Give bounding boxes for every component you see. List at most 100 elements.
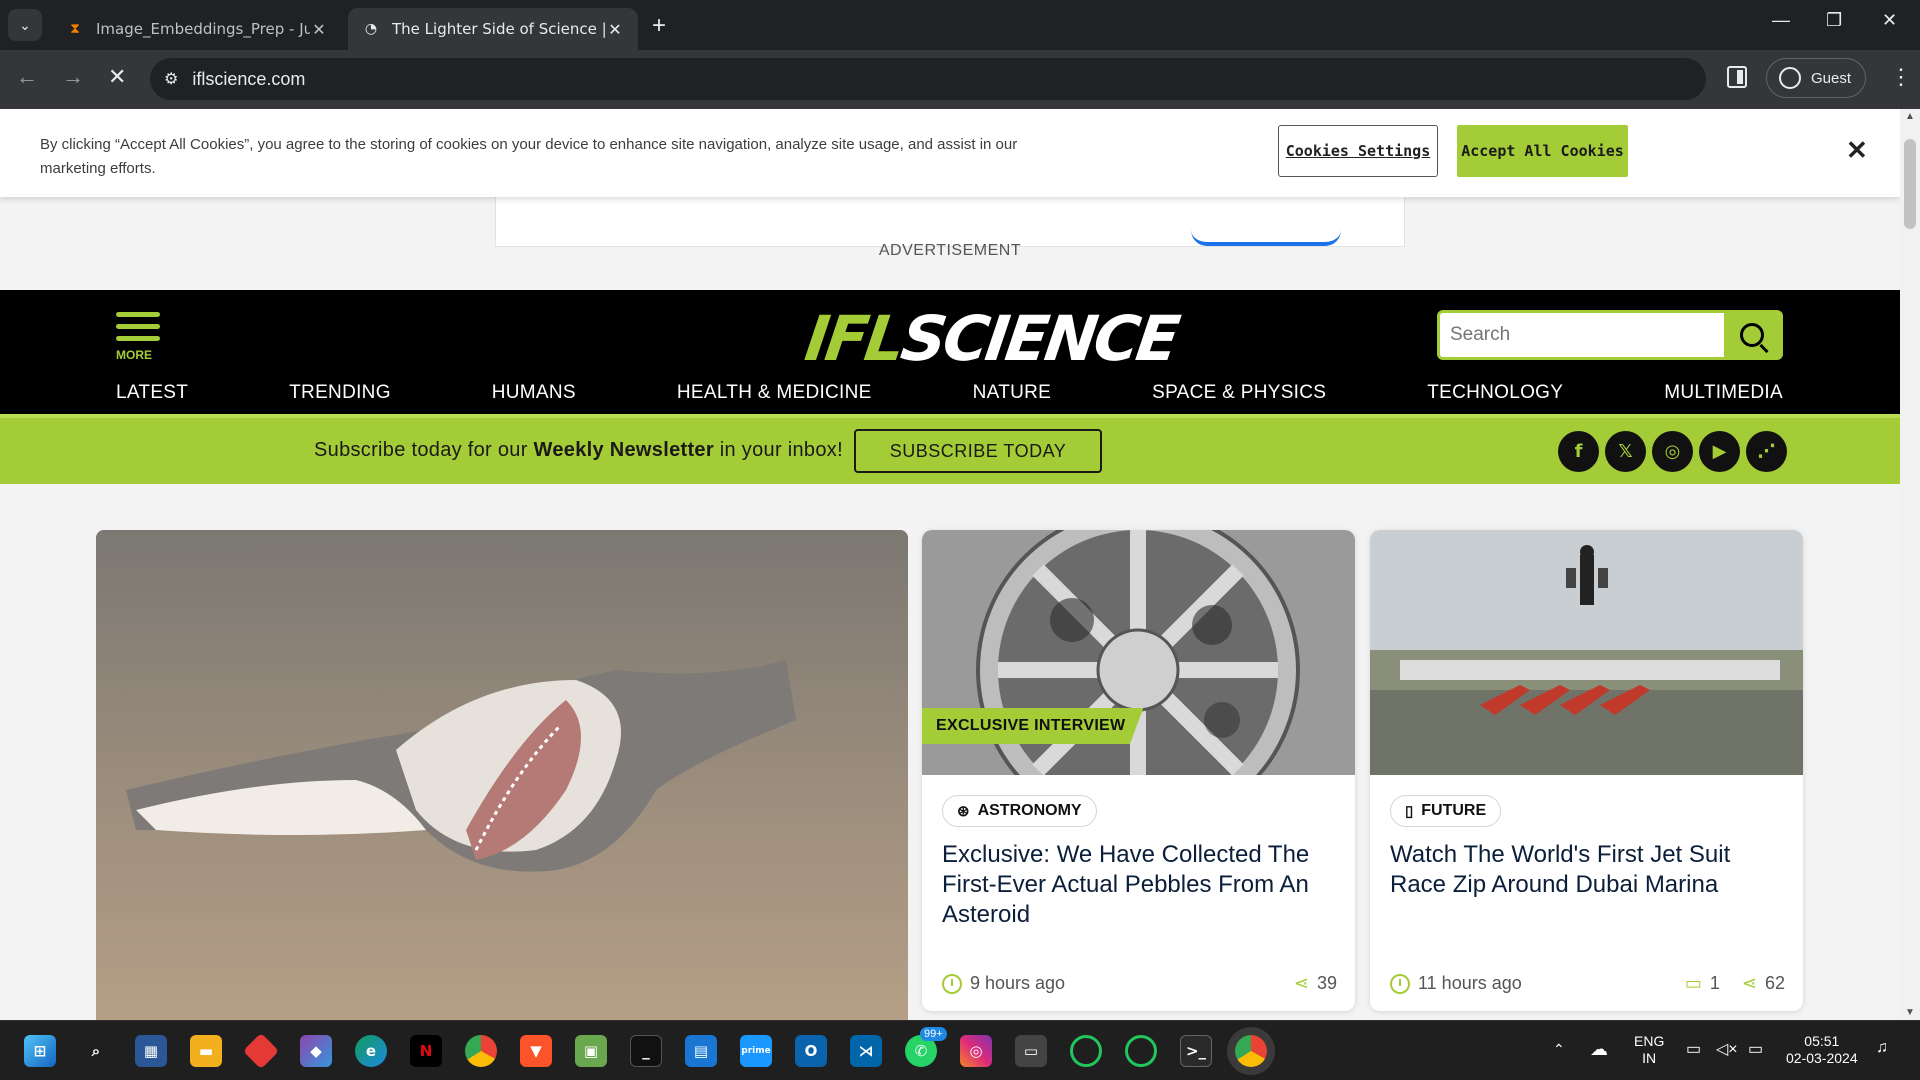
instagram-app-icon[interactable]: ◎ [960, 1035, 992, 1067]
clock-date: 02-03-2024 [1786, 1050, 1858, 1066]
share-count-value[interactable]: 62 [1765, 973, 1785, 994]
category-tag[interactable]: ▯ FUTURE [1390, 795, 1502, 827]
notification-bell-icon[interactable]: ♫ [1876, 1039, 1888, 1057]
share-icon: ⋖ [1293, 973, 1309, 993]
youtube-icon[interactable]: ▶ [1699, 431, 1740, 472]
windows-start-icon[interactable]: ⊞ [24, 1035, 56, 1067]
share-icon[interactable]: ⋖ [1742, 973, 1757, 994]
new-tab-button[interactable]: + [652, 12, 666, 40]
whatsapp-badge: 99+ [920, 1027, 947, 1041]
article-card[interactable]: ▯ FUTURE Watch The World's First Jet Sui… [1370, 530, 1803, 1011]
hamburger-menu-button[interactable]: MORE [116, 312, 160, 362]
clock-icon [942, 973, 962, 994]
battery-icon[interactable]: ▭ [1748, 1039, 1763, 1059]
article-image[interactable] [1370, 530, 1803, 775]
subscribe-today-button[interactable]: SUBSCRIBE TODAY [854, 429, 1102, 473]
search-input[interactable] [1440, 313, 1730, 357]
nav-health-medicine[interactable]: HEALTH & MEDICINE [677, 382, 872, 404]
close-tab-icon[interactable]: ✕ [606, 20, 624, 39]
menu-kebab-icon[interactable]: ⋮ [1890, 64, 1912, 90]
nav-technology[interactable]: TECHNOLOGY [1427, 382, 1563, 404]
search-button[interactable] [1724, 313, 1780, 357]
share-count[interactable]: ⋖ 39 [1294, 973, 1337, 994]
app-window-icon[interactable]: ▭ [1015, 1035, 1047, 1067]
volume-mute-icon[interactable]: ◁× [1716, 1039, 1738, 1059]
language-indicator[interactable]: ENG IN [1634, 1033, 1664, 1067]
copilot-icon[interactable]: ◆ [300, 1035, 332, 1067]
anydesk-icon[interactable] [242, 1032, 280, 1070]
url-text[interactable]: iflscience.com [192, 69, 305, 90]
store-icon[interactable]: ▦ [135, 1035, 167, 1067]
tray-overflow-icon[interactable]: ⌃ [1553, 1041, 1565, 1058]
shark-photo [96, 530, 908, 1020]
instagram-icon[interactable]: ◎ [1652, 431, 1693, 472]
tab-jupyter[interactable]: ⧗ Image_Embeddings_Prep - Jupy ✕ [52, 8, 342, 50]
cookies-settings-button[interactable]: Cookies Settings [1278, 125, 1438, 177]
rss-icon[interactable]: ⋰ [1746, 431, 1787, 472]
nav-trending[interactable]: TRENDING [289, 382, 391, 404]
tab-title: The Lighter Side of Science | IFL [392, 20, 606, 38]
profile-button[interactable]: Guest [1766, 58, 1866, 98]
comment-icon[interactable]: ▭ [1685, 973, 1702, 994]
forward-icon[interactable]: → [62, 64, 84, 90]
tab-search-button[interactable]: ⌄ [8, 9, 42, 41]
network-icon[interactable]: ▭ [1686, 1039, 1701, 1059]
brave-icon[interactable]: ▼ [520, 1035, 552, 1067]
scroll-up-icon[interactable]: ▲ [1905, 111, 1915, 122]
jet-suit-photo [1370, 530, 1803, 775]
article-headline[interactable]: Watch The World's First Jet Suit Race Zi… [1390, 840, 1785, 900]
x-icon[interactable]: 𝕏 [1605, 431, 1646, 472]
prime-video-icon[interactable]: prime [740, 1035, 772, 1067]
scrollbar-thumb[interactable] [1904, 139, 1916, 229]
article-image[interactable]: EXCLUSIVE INTERVIEW [922, 530, 1355, 775]
outlook-icon[interactable]: O [795, 1035, 827, 1067]
hamburger-line [116, 312, 160, 317]
nav-latest[interactable]: LATEST [116, 382, 188, 404]
article-headline[interactable]: Exclusive: We Have Collected The First-E… [942, 840, 1337, 930]
edge-icon[interactable]: e [355, 1035, 387, 1067]
calculator-icon[interactable]: ▤ [685, 1035, 717, 1067]
nav-humans[interactable]: HUMANS [492, 382, 576, 404]
hero-article-image[interactable] [96, 530, 908, 1020]
clock-time: 05:51 [1804, 1033, 1840, 1049]
search-icon[interactable]: ⌕ [80, 1035, 112, 1067]
stop-loading-icon[interactable]: ✕ [108, 64, 126, 90]
address-bar[interactable]: ⚙ iflscience.com [150, 58, 1706, 100]
nav-space-physics[interactable]: SPACE & PHYSICS [1152, 382, 1326, 404]
loading-app-icon[interactable] [1070, 1035, 1102, 1067]
side-panel-icon[interactable] [1727, 66, 1747, 88]
page-scrollbar[interactable]: ▲ ▼ [1900, 109, 1920, 1020]
window-close-icon[interactable]: ✕ [1882, 10, 1897, 31]
terminal-icon[interactable]: _ [630, 1035, 662, 1067]
powershell-icon[interactable]: >_ [1180, 1035, 1212, 1067]
main-nav: LATEST TRENDING HUMANS HEALTH & MEDICINE… [116, 382, 1783, 404]
minimize-icon[interactable]: — [1772, 10, 1790, 31]
onedrive-icon[interactable]: ☁ [1590, 1039, 1608, 1060]
back-icon[interactable]: ← [16, 64, 38, 90]
advertisement-label: ADVERTISEMENT [878, 242, 1022, 259]
chrome-icon[interactable] [465, 1035, 497, 1067]
nav-nature[interactable]: NATURE [973, 382, 1052, 404]
image-viewer-icon[interactable]: ▣ [575, 1035, 607, 1067]
restore-icon[interactable]: ❐ [1826, 10, 1842, 31]
accept-all-cookies-button[interactable]: Accept All Cookies [1457, 125, 1628, 177]
loading-app-icon-2[interactable] [1125, 1035, 1157, 1067]
site-info-icon[interactable]: ⚙ [164, 69, 178, 89]
close-tab-icon[interactable]: ✕ [310, 20, 328, 39]
clock[interactable]: 05:51 02-03-2024 [1786, 1033, 1858, 1067]
category-tag[interactable]: ⊛ ASTRONOMY [942, 795, 1097, 827]
site-logo[interactable]: IFLSCIENCE [801, 302, 1182, 375]
hamburger-line [116, 324, 160, 329]
close-cookie-banner-icon[interactable]: ✕ [1846, 135, 1868, 166]
tab-iflscience[interactable]: ◔ The Lighter Side of Science | IFL ✕ [348, 8, 638, 50]
comment-count[interactable]: 1 [1710, 973, 1720, 994]
logo-science: SCIENCE [896, 302, 1182, 375]
chrome-active-icon[interactable] [1235, 1035, 1267, 1067]
netflix-icon[interactable]: N [410, 1035, 442, 1067]
file-explorer-icon[interactable]: ▬ [190, 1035, 222, 1067]
article-card[interactable]: EXCLUSIVE INTERVIEW ⊛ ASTRONOMY Exclusiv… [922, 530, 1355, 1011]
nav-multimedia[interactable]: MULTIMEDIA [1664, 382, 1783, 404]
scroll-down-icon[interactable]: ▼ [1905, 1007, 1915, 1018]
facebook-icon[interactable]: f [1558, 431, 1599, 472]
vscode-icon[interactable]: ⋊ [850, 1035, 882, 1067]
